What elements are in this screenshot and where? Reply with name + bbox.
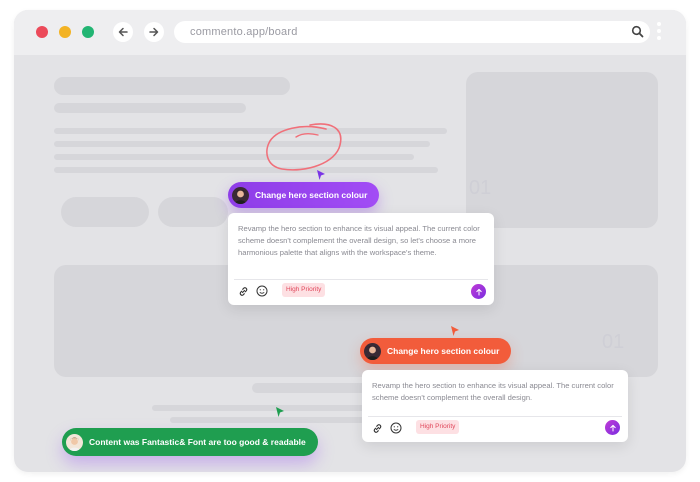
- smiley-icon[interactable]: [255, 284, 269, 298]
- comment-card-2: Revamp the hero section to enhance its v…: [362, 370, 628, 442]
- cursor-icon: [451, 326, 459, 336]
- priority-tag[interactable]: High Priority: [416, 420, 460, 434]
- avatar: [364, 342, 381, 360]
- skeleton-line: [54, 141, 430, 147]
- comment-body: Revamp the hero section to enhance its v…: [372, 381, 614, 402]
- avatar: [66, 433, 83, 451]
- skeleton-line: [54, 128, 447, 134]
- search-icon[interactable]: [631, 25, 644, 43]
- comment-title: Content was Fantastic& Font are too good…: [89, 437, 306, 447]
- skeleton-button: [158, 197, 228, 227]
- cursor-icon: [317, 170, 325, 180]
- send-arrow-icon: [609, 424, 616, 431]
- send-button[interactable]: [471, 284, 486, 299]
- url-bar[interactable]: commento.app/board: [174, 21, 650, 43]
- smiley-icon[interactable]: [389, 421, 403, 435]
- skeleton-button: [61, 197, 149, 227]
- forward-button[interactable]: [144, 22, 164, 42]
- minimize-window-button[interactable]: [59, 26, 71, 38]
- send-button[interactable]: [605, 420, 620, 435]
- link-icon[interactable]: [236, 284, 250, 298]
- board-canvas: 01 01 Change hero section colour Revamp …: [14, 55, 686, 472]
- forward-arrow-icon: [149, 27, 159, 37]
- send-arrow-icon: [475, 288, 482, 295]
- close-window-button[interactable]: [36, 26, 48, 38]
- browser-window: commento.app/board 01 01 Change hero sec…: [14, 10, 686, 472]
- browser-titlebar: commento.app/board: [14, 10, 686, 55]
- comment-pill-1[interactable]: Change hero section colour: [228, 182, 380, 208]
- skeleton-heading: [54, 77, 290, 95]
- comment-card-1: Revamp the hero section to enhance its v…: [228, 213, 494, 305]
- scribble-annotation: [266, 123, 342, 171]
- skeleton-line: [152, 405, 392, 411]
- comment-pill-2[interactable]: Change hero section colour: [360, 338, 512, 364]
- url-text: commento.app/board: [190, 26, 298, 38]
- skeleton-image-card: [466, 72, 658, 228]
- comment-body: Revamp the hero section to enhance its v…: [238, 224, 480, 257]
- kebab-menu-icon[interactable]: [657, 22, 661, 42]
- back-button[interactable]: [113, 22, 133, 42]
- comment-title: Change hero section colour: [255, 190, 368, 200]
- skeleton-line: [252, 383, 372, 393]
- skeleton-line: [54, 167, 438, 173]
- maximize-window-button[interactable]: [82, 26, 94, 38]
- divider: [234, 279, 488, 280]
- comment-pill-3[interactable]: Content was Fantastic& Font are too good…: [62, 428, 318, 456]
- card-number: 01: [602, 331, 625, 353]
- priority-tag[interactable]: High Priority: [282, 283, 326, 297]
- comment-title: Change hero section colour: [387, 346, 500, 356]
- skeleton-line: [54, 154, 414, 160]
- link-icon[interactable]: [370, 421, 384, 435]
- card-number: 01: [469, 177, 492, 199]
- back-arrow-icon: [118, 27, 128, 37]
- avatar: [232, 186, 249, 204]
- cursor-icon: [276, 407, 284, 417]
- divider: [368, 416, 622, 417]
- skeleton-subheading: [54, 103, 246, 113]
